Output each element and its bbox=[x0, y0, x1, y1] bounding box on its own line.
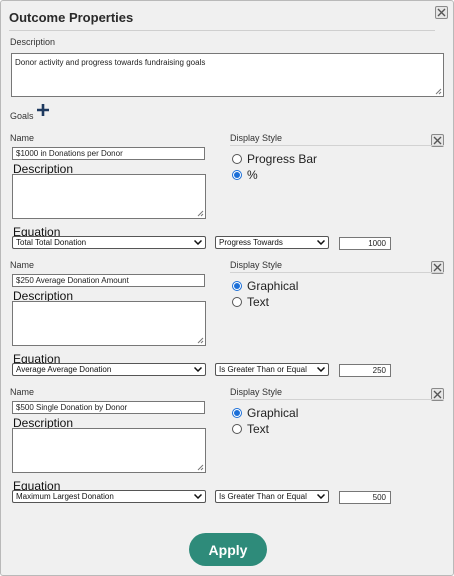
operator-value: Is Greater Than or Equal bbox=[219, 492, 307, 501]
operator-select[interactable]: Is Greater Than or Equal bbox=[215, 363, 329, 376]
display-style-label: Display Style bbox=[230, 133, 283, 143]
description-label: Description bbox=[10, 37, 56, 47]
equation-field-select[interactable]: Maximum Largest Donation bbox=[12, 490, 206, 503]
display-option-label: Graphical bbox=[247, 279, 299, 293]
goal-name-input[interactable]: $500 Single Donation by Donor bbox=[12, 401, 205, 414]
display-option-label: Text bbox=[247, 422, 270, 436]
display-option-label: Graphical bbox=[247, 406, 299, 420]
equation-field-value: Total Total Donation bbox=[16, 238, 87, 247]
target-value-input[interactable]: 1000 bbox=[339, 237, 391, 250]
radio-button[interactable] bbox=[232, 154, 242, 164]
chevron-down-icon bbox=[317, 240, 325, 245]
display-style-divider bbox=[230, 399, 444, 400]
resize-grip-icon[interactable] bbox=[197, 210, 204, 217]
target-value-input[interactable]: 250 bbox=[339, 364, 391, 377]
goals-label: Goals bbox=[10, 111, 34, 121]
target-value: 500 bbox=[372, 493, 386, 502]
radio-button[interactable] bbox=[232, 281, 242, 291]
outcome-description-input[interactable]: Donor activity and progress towards fund… bbox=[11, 53, 444, 97]
add-goal-button[interactable] bbox=[36, 103, 50, 117]
radio-button[interactable] bbox=[232, 408, 242, 418]
goal-description-input[interactable] bbox=[12, 301, 206, 346]
resize-grip-icon[interactable] bbox=[197, 337, 204, 344]
resize-grip-icon[interactable] bbox=[435, 88, 442, 95]
goal-description-input[interactable] bbox=[12, 174, 206, 219]
display-option-1[interactable]: Graphical bbox=[232, 406, 298, 420]
resize-grip-icon[interactable] bbox=[197, 464, 204, 471]
close-dialog-button[interactable] bbox=[435, 6, 448, 19]
plus-icon bbox=[37, 104, 49, 116]
outcome-properties-dialog: Outcome Properties Description Donor act… bbox=[0, 0, 454, 576]
radio-button[interactable] bbox=[232, 297, 242, 307]
display-style-label: Display Style bbox=[230, 260, 283, 270]
radio-button[interactable] bbox=[232, 424, 242, 434]
goal-name-value: $1000 in Donations per Donor bbox=[16, 149, 123, 158]
goal-name-value: $250 Average Donation Amount bbox=[16, 276, 129, 285]
display-option-label: Text bbox=[247, 295, 270, 309]
chevron-down-icon bbox=[317, 494, 325, 499]
outcome-description-value: Donor activity and progress towards fund… bbox=[15, 58, 206, 67]
operator-value: Progress Towards bbox=[219, 238, 283, 247]
display-style-divider bbox=[230, 145, 444, 146]
display-option-2[interactable]: % bbox=[232, 168, 258, 182]
target-value-input[interactable]: 500 bbox=[339, 491, 391, 504]
display-option-2[interactable]: Text bbox=[232, 422, 269, 436]
operator-select[interactable]: Is Greater Than or Equal bbox=[215, 490, 329, 503]
display-option-2[interactable]: Text bbox=[232, 295, 269, 309]
close-icon bbox=[433, 136, 442, 145]
chevron-down-icon bbox=[317, 367, 325, 372]
goal-name-label: Name bbox=[10, 387, 35, 397]
equation-field-select[interactable]: Total Total Donation bbox=[12, 236, 206, 249]
display-style-divider bbox=[230, 272, 444, 273]
operator-value: Is Greater Than or Equal bbox=[219, 365, 307, 374]
operator-select[interactable]: Progress Towards bbox=[215, 236, 329, 249]
display-option-label: % bbox=[247, 168, 258, 182]
goal-name-label: Name bbox=[10, 260, 35, 270]
goal-description-input[interactable] bbox=[12, 428, 206, 473]
goal-name-value: $500 Single Donation by Donor bbox=[16, 403, 128, 412]
display-option-label: Progress Bar bbox=[247, 152, 318, 166]
dialog-title: Outcome Properties bbox=[9, 10, 134, 25]
apply-button[interactable]: Apply bbox=[189, 533, 267, 566]
display-style-label: Display Style bbox=[230, 387, 283, 397]
target-value: 1000 bbox=[368, 239, 386, 248]
title-divider bbox=[9, 30, 435, 31]
chevron-down-icon bbox=[194, 240, 202, 245]
radio-button[interactable] bbox=[232, 170, 242, 180]
close-icon bbox=[433, 263, 442, 272]
equation-field-value: Average Average Donation bbox=[16, 365, 112, 374]
chevron-down-icon bbox=[194, 494, 202, 499]
equation-field-value: Maximum Largest Donation bbox=[16, 492, 114, 501]
close-icon bbox=[433, 390, 442, 399]
target-value: 250 bbox=[372, 366, 386, 375]
goal-name-input[interactable]: $250 Average Donation Amount bbox=[12, 274, 205, 287]
close-icon bbox=[437, 8, 446, 17]
equation-field-select[interactable]: Average Average Donation bbox=[12, 363, 206, 376]
display-option-1[interactable]: Graphical bbox=[232, 279, 298, 293]
goal-name-input[interactable]: $1000 in Donations per Donor bbox=[12, 147, 205, 160]
goal-name-label: Name bbox=[10, 133, 35, 143]
chevron-down-icon bbox=[194, 367, 202, 372]
display-option-1[interactable]: Progress Bar bbox=[232, 152, 317, 166]
